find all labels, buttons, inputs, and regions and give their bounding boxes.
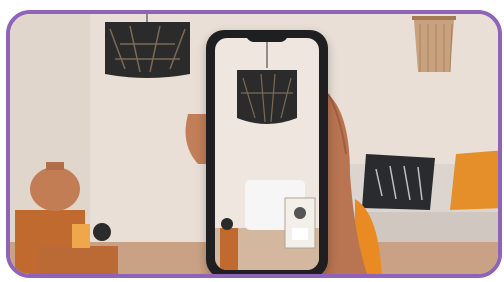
vase [30,167,80,211]
macrame-wall-hanging [412,16,456,73]
black-pillow [362,154,435,210]
orange-pillow [450,150,498,210]
phone-notch [246,32,288,42]
pendant-lamp [105,14,190,78]
candle [72,224,90,248]
screen-pendant-lamp [237,70,297,124]
screen-photo-frame [284,197,316,249]
phone-screen [215,38,319,270]
image-frame [6,10,502,278]
